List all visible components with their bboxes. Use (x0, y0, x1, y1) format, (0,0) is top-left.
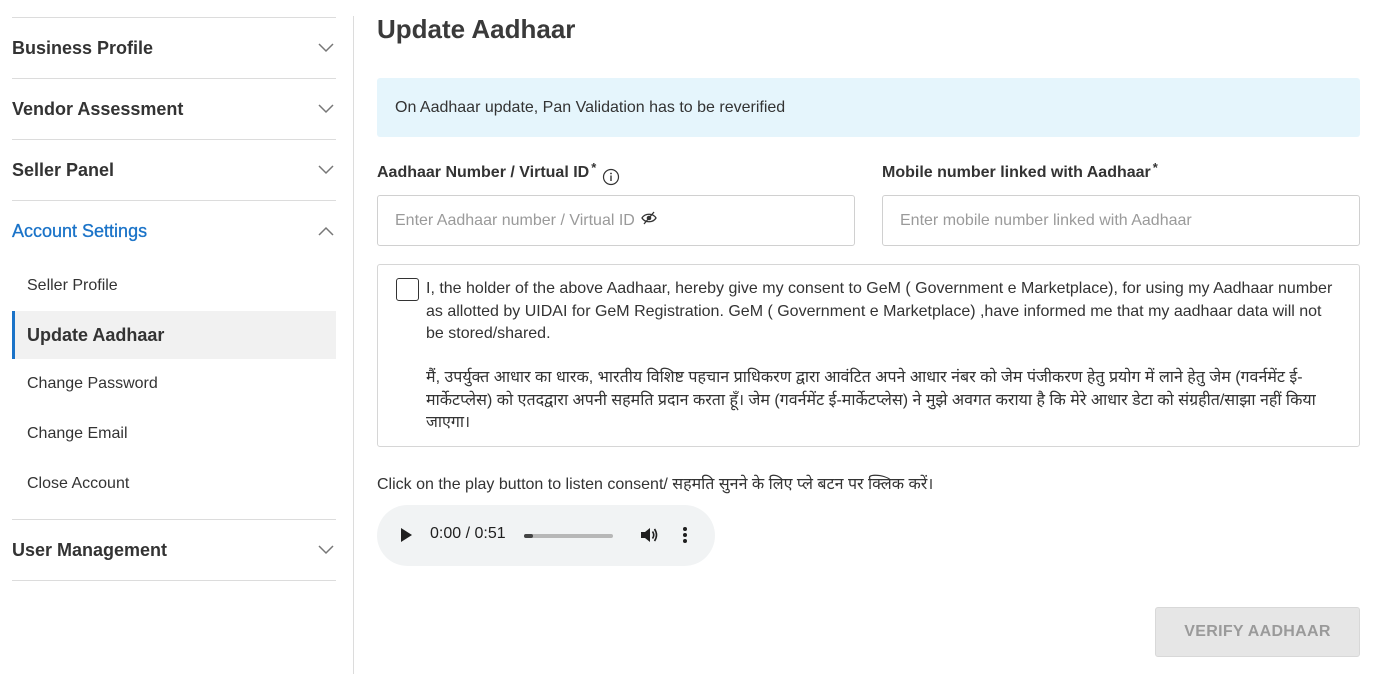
sidebar-item-update-aadhaar[interactable]: Update Aadhaar (12, 311, 336, 359)
sidebar-item-change-password[interactable]: Change Password (12, 359, 336, 409)
mobile-label-text: Mobile number linked with Aadhaar (882, 164, 1151, 181)
chevron-down-icon (318, 104, 334, 114)
sidebar-header-seller-panel[interactable]: Seller Panel (12, 140, 336, 200)
sidebar-item-close-account[interactable]: Close Account (12, 459, 336, 509)
aadhaar-label-text: Aadhaar Number / Virtual ID (377, 164, 590, 181)
sidebar-section-account-settings: Account Settings Seller Profile Update A… (12, 200, 336, 519)
sidebar-item-seller-profile[interactable]: Seller Profile (12, 261, 336, 311)
consent-box: I, the holder of the above Aadhaar, here… (377, 264, 1360, 447)
audio-seek-fill (524, 534, 533, 538)
mobile-number-input[interactable]: Enter mobile number linked with Aadhaar (882, 195, 1360, 246)
sidebar-header-label: Account Settings (12, 220, 148, 241)
chevron-up-icon (318, 226, 334, 236)
sidebar-header-label: Seller Panel (12, 159, 115, 180)
info-icon[interactable] (602, 168, 620, 186)
more-options-icon[interactable] (681, 525, 689, 545)
sidebar-divider (12, 580, 336, 581)
chevron-down-icon (318, 165, 334, 175)
consent-checkbox[interactable] (396, 278, 419, 301)
required-mark: * (591, 160, 597, 175)
chevron-down-icon (318, 545, 334, 555)
aadhaar-input-placeholder: Enter Aadhaar number / Virtual ID (395, 211, 635, 229)
audio-seek-bar[interactable] (524, 534, 613, 538)
sidebar-item-change-email[interactable]: Change Email (12, 409, 336, 459)
verify-aadhaar-button[interactable]: VERIFY AADHAAR (1155, 607, 1360, 657)
sidebar-header-vendor-assessment[interactable]: Vendor Assessment (12, 79, 336, 139)
account-settings-submenu: Seller Profile Update Aadhaar Change Pas… (12, 261, 336, 519)
page-title: Update Aadhaar (377, 14, 576, 44)
sidebar-section-user-management: User Management (12, 519, 336, 580)
sidebar-header-business-profile[interactable]: Business Profile (12, 18, 336, 78)
mobile-input-placeholder: Enter mobile number linked with Aadhaar (900, 211, 1192, 229)
sidebar-header-label: Business Profile (12, 37, 154, 58)
play-icon[interactable] (399, 527, 413, 543)
sidebar: Business Profile Vendor Assessment Selle… (12, 17, 336, 581)
volume-icon[interactable] (639, 525, 659, 545)
consent-text-english: I, the holder of the above Aadhaar, here… (426, 280, 1333, 342)
audio-time: 0:00 / 0:51 (430, 525, 506, 542)
listen-instruction: Click on the play button to listen conse… (377, 476, 934, 493)
sidebar-header-user-management[interactable]: User Management (12, 520, 336, 580)
chevron-down-icon (318, 43, 334, 53)
eye-slash-icon[interactable] (641, 211, 657, 225)
required-mark: * (1152, 160, 1158, 175)
sidebar-section-business-profile: Business Profile (12, 17, 336, 78)
sidebar-section-seller-panel: Seller Panel (12, 139, 336, 200)
mobile-field-label: Mobile number linked with Aadhaar * (882, 160, 1158, 182)
consent-text-hindi: मैं, उपर्युक्त आधार का धारक, भारतीय विशि… (426, 369, 1316, 431)
audio-player: 0:00 / 0:51 (377, 505, 715, 566)
sidebar-header-account-settings[interactable]: Account Settings (12, 201, 336, 261)
aadhaar-field-label: Aadhaar Number / Virtual ID * (377, 160, 620, 186)
aadhaar-number-input[interactable]: Enter Aadhaar number / Virtual ID (377, 195, 855, 246)
vertical-divider (353, 16, 354, 674)
sidebar-section-vendor-assessment: Vendor Assessment (12, 78, 336, 139)
sidebar-header-label: Vendor Assessment (12, 98, 184, 119)
info-notice: On Aadhaar update, Pan Validation has to… (377, 78, 1360, 137)
sidebar-header-label: User Management (12, 539, 168, 560)
